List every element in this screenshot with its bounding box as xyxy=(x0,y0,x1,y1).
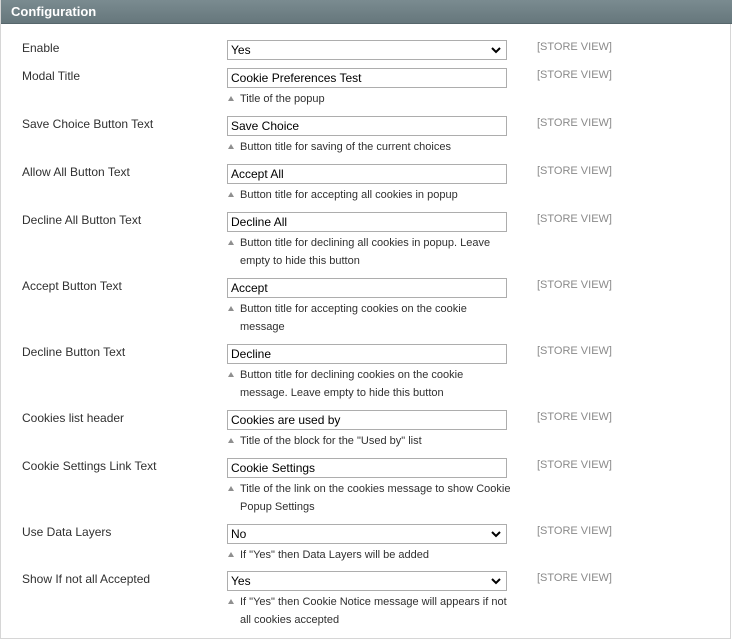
cookies-list-header-input[interactable]: Cookies are used by xyxy=(227,410,507,430)
field-note: Title of the popup xyxy=(227,90,512,108)
field-note: Title of the block for the "Used by" lis… xyxy=(227,432,512,450)
field-note: If "Yes" then Cookie Notice message will… xyxy=(227,593,512,629)
accept-input[interactable]: Accept xyxy=(227,278,507,298)
caret-up-icon xyxy=(228,372,234,377)
field-label: Cookie Settings Link Text xyxy=(22,459,157,473)
input-value: Cookies are used by xyxy=(231,413,341,427)
select-value: No xyxy=(231,527,247,541)
field-label: Allow All Button Text xyxy=(22,165,130,179)
decline-input[interactable]: Decline xyxy=(227,344,507,364)
input-value: Decline xyxy=(231,347,272,361)
field-note: If "Yes" then Data Layers will be added xyxy=(227,546,512,564)
field-note: Button title for accepting all cookies i… xyxy=(227,186,512,204)
field-label: Enable xyxy=(22,41,60,55)
scope-label: [STORE VIEW] xyxy=(537,165,612,177)
field-label: Decline Button Text xyxy=(22,345,126,359)
chevron-down-icon xyxy=(491,47,501,54)
scope-label: [STORE VIEW] xyxy=(537,345,612,357)
select-value: Yes xyxy=(231,574,251,588)
cookie-settings-link-input[interactable]: Cookie Settings xyxy=(227,458,507,478)
caret-up-icon xyxy=(228,552,234,557)
configuration-panel: Configuration Enable Yes [STORE VIEW] Mo… xyxy=(0,0,732,639)
input-value: Cookie Preferences Test xyxy=(231,71,362,85)
caret-up-icon xyxy=(228,192,234,197)
field-label: Cookies list header xyxy=(22,411,125,425)
use-data-layers-select[interactable]: No xyxy=(227,524,507,544)
field-note: Button title for declining cookies on th… xyxy=(227,366,512,402)
field-note: Title of the link on the cookies message… xyxy=(227,480,512,516)
scope-label: [STORE VIEW] xyxy=(537,411,612,423)
field-label: Save Choice Button Text xyxy=(22,117,154,131)
show-if-not-all-accepted-select[interactable]: Yes xyxy=(227,571,507,591)
field-note: Button title for saving of the current c… xyxy=(227,138,512,156)
field-note: Button title for declining all cookies i… xyxy=(227,234,512,270)
caret-up-icon xyxy=(228,144,234,149)
scope-label: [STORE VIEW] xyxy=(537,279,612,291)
input-value: Accept All xyxy=(231,167,284,181)
caret-up-icon xyxy=(228,306,234,311)
caret-up-icon xyxy=(228,240,234,245)
scope-label: [STORE VIEW] xyxy=(537,213,612,225)
chevron-down-icon xyxy=(491,531,501,538)
input-value: Save Choice xyxy=(231,119,300,133)
field-note: Button title for accepting cookies on th… xyxy=(227,300,512,336)
section-header[interactable]: Configuration xyxy=(1,0,732,24)
scope-label: [STORE VIEW] xyxy=(537,459,612,471)
scope-label: [STORE VIEW] xyxy=(537,117,612,129)
field-label: Decline All Button Text xyxy=(22,213,142,227)
section-title: Configuration xyxy=(11,4,97,19)
enable-select[interactable]: Yes xyxy=(227,40,507,60)
field-label: Accept Button Text xyxy=(22,279,122,293)
input-value: Cookie Settings xyxy=(231,461,316,475)
allow-all-input[interactable]: Accept All xyxy=(227,164,507,184)
field-label: Show If not all Accepted xyxy=(22,572,151,586)
input-value: Decline All xyxy=(231,215,288,229)
modal-title-input[interactable]: Cookie Preferences Test xyxy=(227,68,507,88)
chevron-down-icon xyxy=(491,578,501,585)
scope-label: [STORE VIEW] xyxy=(537,69,612,81)
caret-up-icon xyxy=(228,599,234,604)
field-label: Use Data Layers xyxy=(22,525,112,539)
save-choice-input[interactable]: Save Choice xyxy=(227,116,507,136)
field-label: Modal Title xyxy=(22,69,81,83)
decline-all-input[interactable]: Decline All xyxy=(227,212,507,232)
caret-up-icon xyxy=(228,96,234,101)
caret-up-icon xyxy=(228,486,234,491)
select-value: Yes xyxy=(231,43,251,57)
scope-label: [STORE VIEW] xyxy=(537,572,612,584)
input-value: Accept xyxy=(231,281,268,295)
caret-up-icon xyxy=(228,438,234,443)
scope-label: [STORE VIEW] xyxy=(537,41,612,53)
scope-label: [STORE VIEW] xyxy=(537,525,612,537)
